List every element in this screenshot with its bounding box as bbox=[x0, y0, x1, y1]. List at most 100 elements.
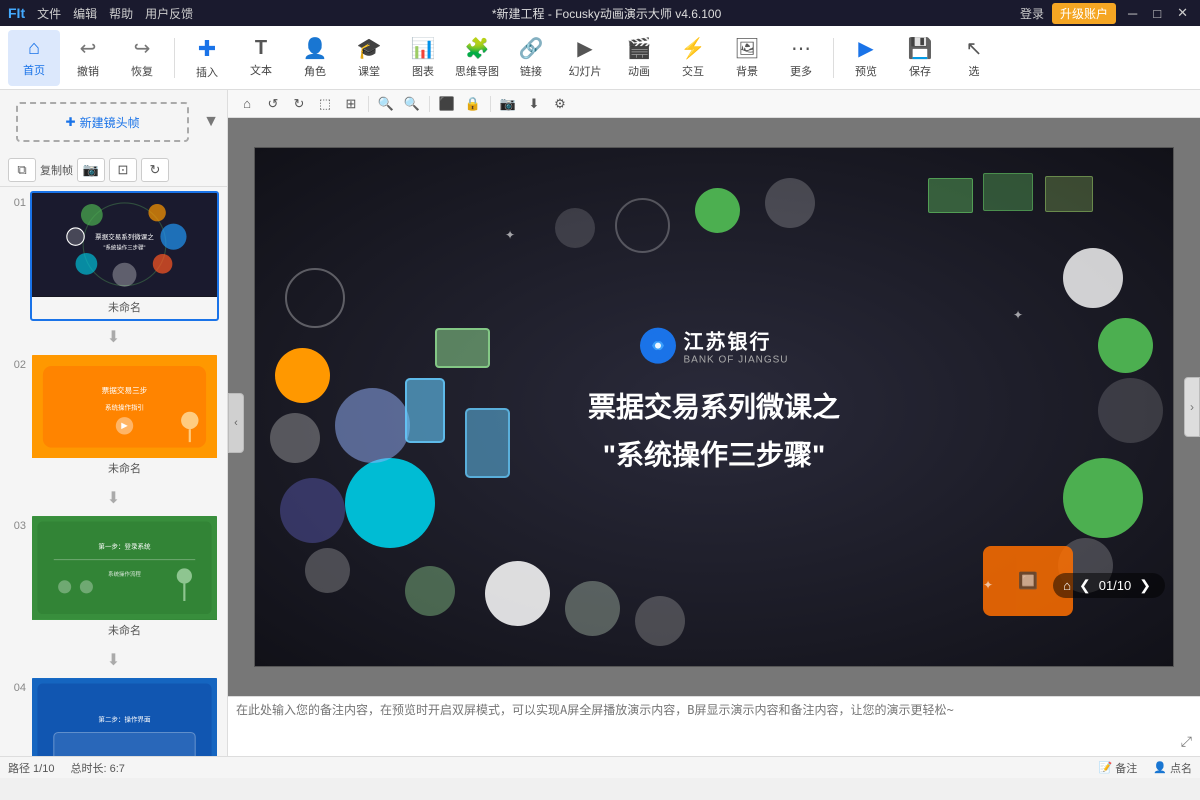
toolbar-mindmap[interactable]: 🧩 思维导图 bbox=[451, 30, 503, 86]
menu-edit[interactable]: 编辑 bbox=[73, 5, 97, 22]
upgrade-button[interactable]: 升级账户 bbox=[1052, 3, 1116, 24]
redo-icon: ↪ bbox=[134, 36, 151, 61]
export-button[interactable]: ⬇ bbox=[523, 93, 545, 115]
lock-button[interactable]: 🔒 bbox=[462, 93, 484, 115]
toolbar-preview[interactable]: ▶ 预览 bbox=[840, 30, 892, 86]
deco-circle-green-1 bbox=[695, 188, 740, 233]
bank-icon-svg bbox=[643, 332, 671, 360]
slide-tools: ⧉ 复制帧 📷 ⊡ ↻ bbox=[0, 154, 227, 187]
frame-button[interactable]: ⬚ bbox=[314, 93, 336, 115]
slide-thumbnail-4[interactable]: 第二步：操作界面 未命名 bbox=[30, 676, 219, 756]
camera-button[interactable]: 📷 bbox=[77, 158, 105, 182]
panel-arrow-icon[interactable]: ▼ bbox=[203, 113, 219, 131]
menu-feedback[interactable]: 用户反馈 bbox=[145, 5, 193, 22]
align-button[interactable]: ⬛ bbox=[436, 93, 458, 115]
slide-1-svg: 票据交易系列微课之 "系统操作三步骤" bbox=[32, 193, 217, 297]
toolbar-class[interactable]: 🎓 课堂 bbox=[343, 30, 395, 86]
deco-circle-1 bbox=[555, 208, 595, 248]
sparkle-1: ✦ bbox=[505, 228, 515, 242]
slide-number-4: 04 bbox=[8, 682, 26, 694]
chart-icon: 📊 bbox=[411, 36, 436, 61]
canvas-main[interactable]: 🔲 ✦ ✦ ✦ bbox=[228, 118, 1200, 696]
slide-label-3: 未命名 bbox=[32, 620, 217, 642]
toolbar: ⌂ 首页 ↩ 撤销 ↪ 恢复 ✚ 插入 T 文本 👤 角色 🎓 课堂 📊 图表 … bbox=[0, 26, 1200, 90]
nav-page-info: 01/10 bbox=[1099, 578, 1132, 593]
panel-collapse-button[interactable]: ‹ bbox=[228, 393, 244, 453]
slide-panel: ✚ 新建镜头帧 ▼ ⧉ 复制帧 📷 ⊡ ↻ 01 bbox=[0, 90, 228, 756]
slide-1-preview: 票据交易系列微课之 "系统操作三步骤" bbox=[32, 193, 217, 297]
restore-button[interactable]: □ bbox=[1149, 6, 1165, 21]
save-icon: 💾 bbox=[908, 36, 933, 61]
copy-frame-button[interactable]: ⧉ bbox=[8, 158, 36, 182]
toolbar-more[interactable]: ⋯ 更多 bbox=[775, 30, 827, 86]
right-panel-collapse-button[interactable]: › bbox=[1184, 377, 1200, 437]
toolbar-chart[interactable]: 📊 图表 bbox=[397, 30, 449, 86]
toolbar-ppt[interactable]: ▶ 幻灯片 bbox=[559, 30, 611, 86]
app-logo: FIt bbox=[8, 5, 25, 21]
svg-text:票据交易系列微课之: 票据交易系列微课之 bbox=[95, 232, 154, 241]
toolbar-redo[interactable]: ↪ 恢复 bbox=[116, 30, 168, 86]
svg-text:第二步：操作界面: 第二步：操作界面 bbox=[98, 714, 151, 723]
new-frame-button[interactable]: ✚ 新建镜头帧 bbox=[16, 102, 189, 142]
menu-help[interactable]: 帮助 bbox=[109, 5, 133, 22]
canvas-slide[interactable]: 🔲 ✦ ✦ ✦ bbox=[254, 147, 1174, 667]
nav-next-button[interactable]: ❯ bbox=[1135, 577, 1155, 594]
slide-3-svg: 第一步：登录系统 系统操作流程 bbox=[32, 516, 217, 620]
toolbar-undo[interactable]: ↩ 撤销 bbox=[62, 30, 114, 86]
bg-icon: 🖼 bbox=[734, 36, 759, 61]
rotate-left-button[interactable]: ↺ bbox=[262, 93, 284, 115]
close-button[interactable]: ✕ bbox=[1173, 5, 1192, 21]
notes-button[interactable]: 📝 备注 bbox=[1099, 760, 1138, 776]
undo-icon: ↩ bbox=[80, 36, 97, 61]
slide-thumbnail-2[interactable]: 票据交易三步 系统操作指引 未命名 bbox=[30, 353, 219, 483]
settings-button[interactable]: ⚙ bbox=[549, 93, 571, 115]
fit-view-button[interactable]: ⌂ bbox=[236, 93, 258, 115]
slide-item-3: 03 第一步：登录系统 系统操作流程 bbox=[0, 510, 227, 648]
home-icon: ⌂ bbox=[28, 37, 40, 60]
statusbar: 路径 1/10 总时长: 6:7 📝 备注 👤 点名 bbox=[0, 756, 1200, 778]
toolbar-link[interactable]: 🔗 链接 bbox=[505, 30, 557, 86]
minimize-button[interactable]: ─ bbox=[1124, 6, 1141, 21]
zoom-out-button[interactable]: 🔍 bbox=[401, 93, 423, 115]
frame2-icon: ⊞ bbox=[346, 96, 357, 112]
deco-circle-gray-2 bbox=[635, 596, 685, 646]
toolbar-home[interactable]: ⌂ 首页 bbox=[8, 30, 60, 86]
page-info: 路径 1/10 bbox=[8, 760, 54, 776]
toolbar-bg[interactable]: 🖼 背景 bbox=[721, 30, 773, 86]
deco-circle-outline-5 bbox=[405, 566, 455, 616]
toolbar-save[interactable]: 💾 保存 bbox=[894, 30, 946, 86]
toolbar-role[interactable]: 👤 角色 bbox=[289, 30, 341, 86]
svg-text:票据交易三步: 票据交易三步 bbox=[102, 385, 148, 395]
toolbar-animate[interactable]: 🎬 动画 bbox=[613, 30, 665, 86]
deco-circle-green-2 bbox=[1098, 318, 1153, 373]
slide-item-4: 04 第二步：操作界面 未命名 bbox=[0, 672, 227, 756]
menu-file[interactable]: 文件 bbox=[37, 5, 61, 22]
toolbar-select[interactable]: ↖ 选 bbox=[948, 30, 1000, 86]
slide-thumbnail-1[interactable]: 票据交易系列微课之 "系统操作三步骤" 未命名 bbox=[30, 191, 219, 321]
divider-arrow-icon-3: ⬇ bbox=[107, 650, 120, 670]
frame2-button[interactable]: ⊞ bbox=[340, 93, 362, 115]
rotate-button[interactable]: ↻ bbox=[141, 158, 169, 182]
rotate-right-icon: ↻ bbox=[294, 96, 305, 112]
toolbar-text[interactable]: T 文本 bbox=[235, 30, 287, 86]
slide-thumbnail-3[interactable]: 第一步：登录系统 系统操作流程 未命名 bbox=[30, 514, 219, 644]
notes-input[interactable] bbox=[236, 701, 1192, 752]
toolbar-insert[interactable]: ✚ 插入 bbox=[181, 30, 233, 86]
slide-item-1: 01 bbox=[0, 187, 227, 325]
login-button[interactable]: 登录 bbox=[1020, 5, 1044, 22]
attendance-button[interactable]: 👤 点名 bbox=[1153, 760, 1192, 776]
slide-2-svg: 票据交易三步 系统操作指引 bbox=[32, 355, 217, 459]
zoom-in-button[interactable]: 🔍 bbox=[375, 93, 397, 115]
deco-circle-blue-2 bbox=[335, 388, 410, 463]
deco-rect-2 bbox=[983, 173, 1033, 211]
nav-home-icon[interactable]: ⌂ bbox=[1063, 578, 1071, 593]
toolbar-interact[interactable]: ⚡ 交互 bbox=[667, 30, 719, 86]
camera2-button[interactable]: 📷 bbox=[497, 93, 519, 115]
svg-text:系统操作指引: 系统操作指引 bbox=[105, 402, 144, 411]
slide-divider-2: ⬇ bbox=[0, 486, 227, 510]
deco-circle-white-1 bbox=[1063, 248, 1123, 308]
grid-button[interactable]: ⊡ bbox=[109, 158, 137, 182]
notes-expand-button[interactable]: ⤢ bbox=[1181, 733, 1192, 750]
nav-prev-button[interactable]: ❮ bbox=[1075, 577, 1095, 594]
rotate-right-button[interactable]: ↻ bbox=[288, 93, 310, 115]
